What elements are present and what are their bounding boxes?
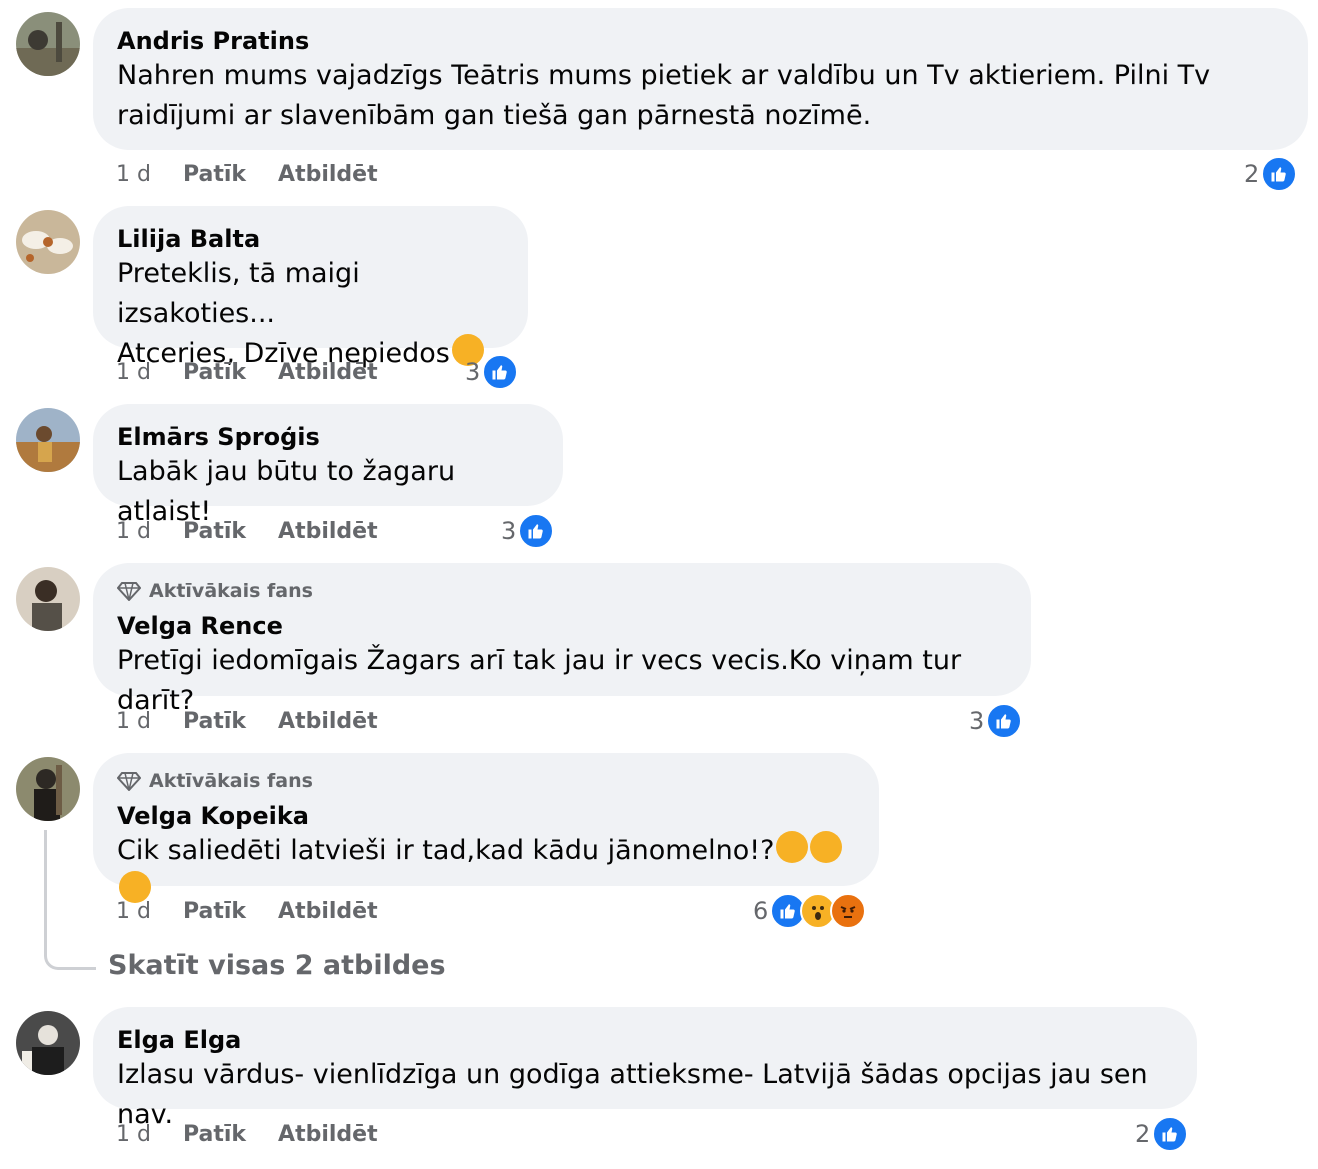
comment-time[interactable]: 1 d bbox=[116, 1120, 151, 1150]
reaction-count: 3 bbox=[969, 707, 985, 735]
comment-bubble: Aktīvākais fans Velga Rence Pretīgi iedo… bbox=[93, 563, 1031, 716]
reaction-count: 3 bbox=[465, 358, 481, 386]
thinking-emoji bbox=[810, 831, 843, 863]
reaction-summary[interactable]: 3 bbox=[501, 513, 555, 549]
top-fan-label: Aktīvākais fans bbox=[149, 770, 313, 792]
comment-time[interactable]: 1 d bbox=[116, 897, 151, 927]
reaction-summary[interactable]: 2 bbox=[1135, 1116, 1189, 1152]
comment-time[interactable]: 1 d bbox=[116, 160, 151, 190]
avatar[interactable] bbox=[16, 1011, 80, 1075]
like-icon bbox=[482, 354, 519, 390]
reaction-summary[interactable]: 3 bbox=[969, 703, 1023, 739]
like-button[interactable]: Patīk bbox=[183, 897, 246, 927]
like-icon bbox=[1261, 156, 1298, 192]
avatar[interactable] bbox=[16, 567, 80, 631]
angry-icon bbox=[830, 893, 867, 929]
diamond-icon bbox=[117, 772, 141, 791]
reply-button[interactable]: Atbildēt bbox=[278, 358, 378, 388]
comment-text: Nahren mums vajadzīgs Teātris mums pieti… bbox=[117, 60, 1211, 131]
top-fan-label: Aktīvākais fans bbox=[149, 580, 313, 602]
avatar[interactable] bbox=[16, 757, 80, 821]
comment-author[interactable]: Velga Kopeika bbox=[117, 801, 855, 831]
comment-actions: 1 d Patīk Atbildēt bbox=[116, 160, 378, 190]
like-icon bbox=[1152, 1116, 1189, 1152]
reaction-count: 2 bbox=[1135, 1120, 1151, 1148]
reaction-count: 3 bbox=[501, 517, 517, 545]
avatar[interactable] bbox=[16, 408, 80, 472]
comment-actions: 1 d Patīk Atbildēt bbox=[116, 707, 378, 737]
comment-actions: 1 d Patīk Atbildēt bbox=[116, 517, 378, 547]
comment-time[interactable]: 1 d bbox=[116, 358, 151, 388]
comment-author[interactable]: Andris Pratins bbox=[117, 26, 1284, 56]
like-icon bbox=[986, 703, 1023, 739]
reaction-count: 2 bbox=[1244, 160, 1260, 188]
comment-text: Preteklis, tā maigi izsakoties... Atcerie… bbox=[117, 254, 504, 374]
comment-bubble: Elmārs Sproģis Labāk jau būtu to žagaru … bbox=[93, 404, 563, 527]
like-button[interactable]: Patīk bbox=[183, 517, 246, 547]
comment-author[interactable]: Velga Rence bbox=[117, 611, 1007, 641]
comment-time[interactable]: 1 d bbox=[116, 707, 151, 737]
diamond-icon bbox=[117, 582, 141, 601]
top-fan-badge: Aktīvākais fans bbox=[117, 577, 1007, 605]
avatar[interactable] bbox=[16, 210, 80, 274]
reaction-summary[interactable]: 6 bbox=[753, 893, 867, 929]
top-fan-badge: Aktīvākais fans bbox=[117, 767, 855, 795]
reply-button[interactable]: Atbildēt bbox=[278, 897, 378, 927]
avatar[interactable] bbox=[16, 12, 80, 76]
reaction-count: 6 bbox=[753, 897, 769, 925]
thread-connector bbox=[44, 830, 96, 970]
like-button[interactable]: Patīk bbox=[183, 358, 246, 388]
comment-bubble: Andris Pratins Nahren mums vajadzīgs Teā… bbox=[93, 8, 1308, 150]
comment-author[interactable]: Elmārs Sproģis bbox=[117, 422, 539, 452]
comment-actions: 1 d Patīk Atbildēt bbox=[116, 1120, 378, 1150]
like-button[interactable]: Patīk bbox=[183, 1120, 246, 1150]
comment-actions: 1 d Patīk Atbildēt bbox=[116, 897, 378, 927]
reaction-summary[interactable]: 2 bbox=[1244, 156, 1298, 192]
comment-bubble: Aktīvākais fans Velga Kopeika Cik salied… bbox=[93, 753, 879, 903]
comment-bubble: Lilija Balta Preteklis, tā maigi izsakot… bbox=[93, 206, 528, 369]
reply-button[interactable]: Atbildēt bbox=[278, 1120, 378, 1150]
reply-button[interactable]: Atbildēt bbox=[278, 160, 378, 190]
reply-button[interactable]: Atbildēt bbox=[278, 707, 378, 737]
view-replies-link[interactable]: Skatīt visas 2 atbildes bbox=[108, 950, 446, 981]
comment-time[interactable]: 1 d bbox=[116, 517, 151, 547]
like-button[interactable]: Patīk bbox=[183, 707, 246, 737]
like-icon bbox=[518, 513, 555, 549]
reply-button[interactable]: Atbildēt bbox=[278, 517, 378, 547]
comment-author[interactable]: Elga Elga bbox=[117, 1025, 1173, 1055]
flushed-emoji bbox=[776, 831, 809, 863]
reaction-summary[interactable]: 3 bbox=[465, 354, 519, 390]
comment-actions: 1 d Patīk Atbildēt bbox=[116, 358, 378, 388]
comment-bubble: Elga Elga Izlasu vārdus- vienlīdzīga un … bbox=[93, 1007, 1197, 1130]
like-button[interactable]: Patīk bbox=[183, 160, 246, 190]
comment-author[interactable]: Lilija Balta bbox=[117, 224, 504, 254]
